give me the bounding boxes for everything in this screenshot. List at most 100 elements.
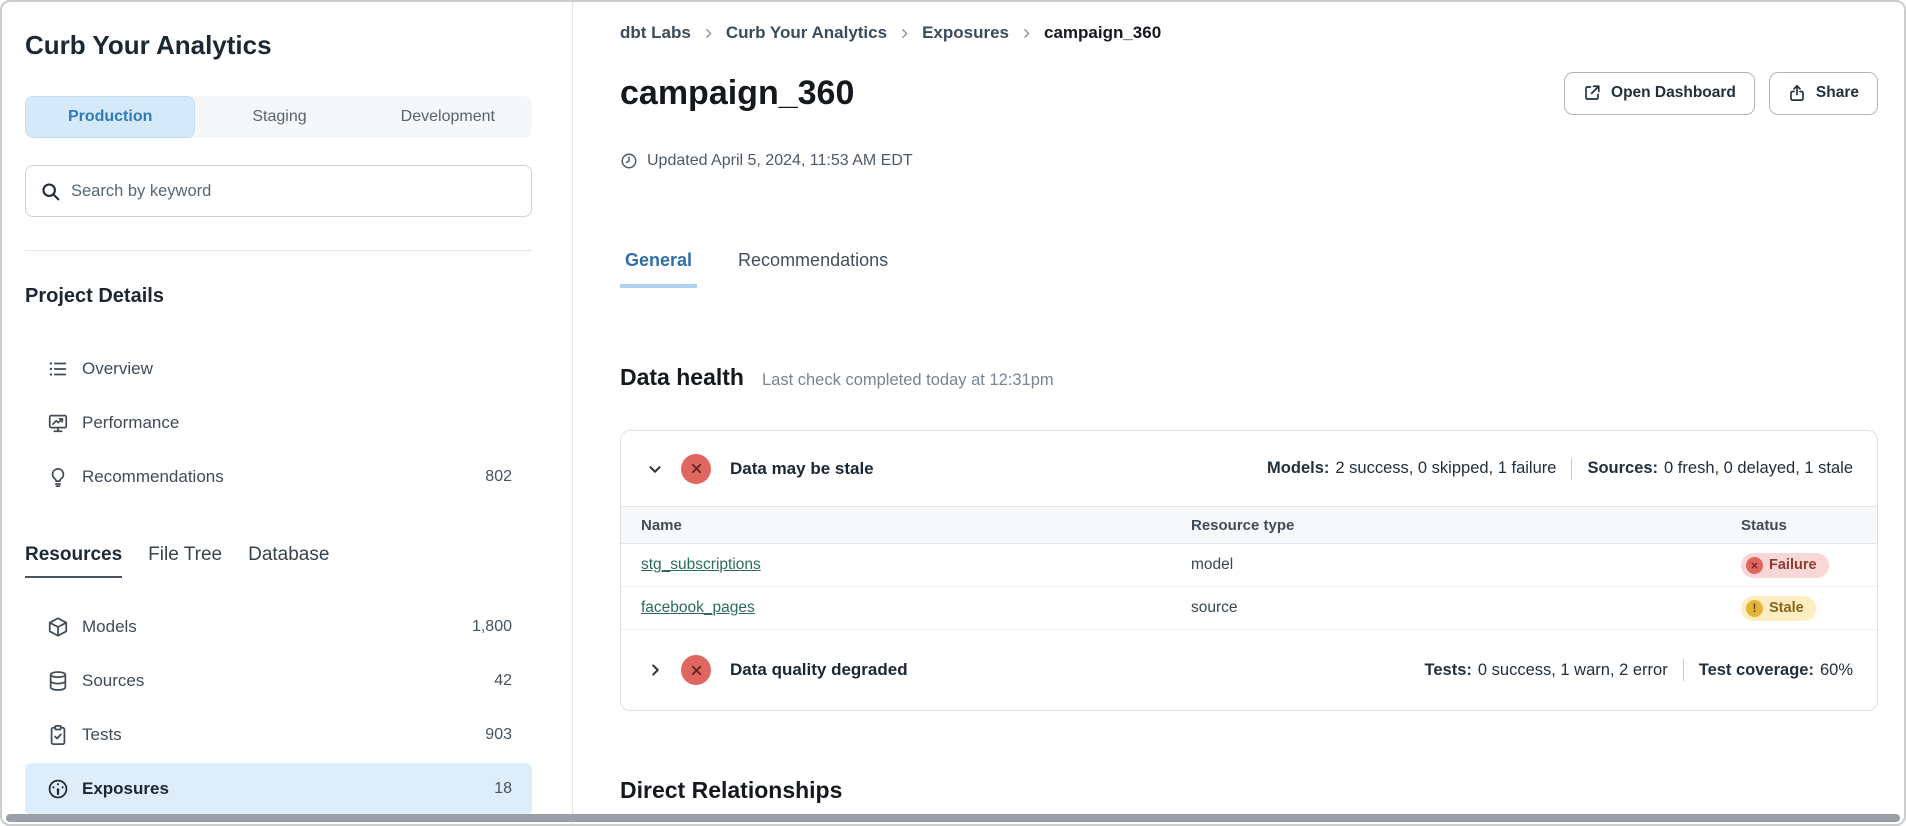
test-coverage-stat: Test coverage: 60% — [1699, 661, 1853, 680]
tests-stat: Tests: 0 success, 1 warn, 2 error — [1425, 661, 1668, 680]
app-window: Curb Your Analytics Production Staging D… — [0, 0, 1906, 826]
sidebar-item-label: Tests — [82, 725, 472, 745]
failure-x-icon — [1746, 557, 1763, 574]
health-table-header: Name Resource type Status — [621, 506, 1877, 544]
environment-tabs: Production Staging Development — [25, 96, 532, 138]
tab-recommendations[interactable]: Recommendations — [733, 248, 893, 288]
sidebar-item-recommendations[interactable]: Recommendations 802 — [25, 451, 532, 503]
search-input[interactable] — [71, 182, 517, 201]
lightbulb-icon — [47, 466, 69, 488]
tab-file-tree[interactable]: File Tree — [148, 543, 222, 578]
page-header: campaign_360 Open Dashboard Share — [620, 70, 1878, 116]
sidebar-item-exposures[interactable]: Exposures 18 — [25, 763, 532, 815]
tab-resources[interactable]: Resources — [25, 543, 122, 578]
tab-database[interactable]: Database — [248, 543, 329, 578]
resource-type-cell: model — [1191, 556, 1741, 574]
tab-development[interactable]: Development — [364, 96, 532, 138]
open-dashboard-button[interactable]: Open Dashboard — [1564, 72, 1755, 115]
quality-section-left: Data quality degraded — [643, 655, 1425, 685]
data-health-card: Data may be stale Models: 2 success, 0 s… — [620, 430, 1878, 711]
status-badge-stale: ! Stale — [1741, 596, 1816, 621]
breadcrumb-item-dbt-labs[interactable]: dbt Labs — [620, 22, 691, 44]
open-dashboard-label: Open Dashboard — [1611, 84, 1736, 102]
monitor-chart-icon — [47, 412, 69, 434]
chevron-down-icon[interactable] — [643, 457, 667, 481]
stale-warning-icon: ! — [1746, 600, 1763, 617]
updated-timestamp: Updated April 5, 2024, 11:53 AM EDT — [620, 152, 1878, 170]
breadcrumb-item-project[interactable]: Curb Your Analytics — [726, 22, 887, 44]
status-badge-failure: Failure — [1741, 553, 1829, 578]
sidebar-item-label: Models — [82, 617, 459, 637]
project-title: Curb Your Analytics — [25, 28, 532, 62]
data-health-last-check: Last check completed today at 12:31pm — [762, 371, 1054, 390]
sidebar-item-sources[interactable]: Sources 42 — [25, 655, 532, 707]
header-actions: Open Dashboard Share — [1564, 72, 1878, 115]
sidebar-item-count: 18 — [494, 780, 512, 798]
sidebar-item-count: 42 — [494, 672, 512, 690]
quality-section-stats: Tests: 0 success, 1 warn, 2 error Test c… — [1425, 659, 1853, 681]
sidebar-item-performance[interactable]: Performance — [25, 397, 532, 449]
page-tabs: General Recommendations — [620, 248, 1878, 288]
error-status-icon — [681, 454, 711, 484]
data-health-header: Data health Last check completed today a… — [620, 362, 1878, 392]
breadcrumb-item-exposures[interactable]: Exposures — [922, 22, 1009, 44]
quality-section-header[interactable]: Data quality degraded Tests: 0 success, … — [621, 630, 1877, 710]
direct-relationships-title: Direct Relationships — [620, 775, 1878, 805]
horizontal-scrollbar[interactable] — [6, 814, 1900, 822]
tab-staging[interactable]: Staging — [195, 96, 363, 138]
project-details-list: Overview Performance Recommendations 802 — [25, 343, 532, 503]
list-icon — [47, 358, 69, 380]
search-icon — [40, 181, 61, 202]
error-status-icon — [681, 655, 711, 685]
resource-type-cell: source — [1191, 599, 1741, 617]
sidebar-item-count: 903 — [485, 726, 512, 744]
resources-list: Models 1,800 Sources 42 Tests 903 — [25, 601, 532, 815]
stale-section-left: Data may be stale — [643, 454, 1267, 484]
share-label: Share — [1816, 84, 1859, 102]
column-header-name: Name — [621, 517, 1191, 534]
sidebar-item-models[interactable]: Models 1,800 — [25, 601, 532, 653]
sidebar-item-label: Performance — [82, 413, 499, 433]
breadcrumb-separator-icon — [898, 27, 911, 40]
breadcrumb-item-current: campaign_360 — [1044, 22, 1161, 44]
breadcrumb-separator-icon — [1020, 27, 1033, 40]
stat-divider — [1571, 458, 1572, 480]
sidebar-item-label: Sources — [82, 671, 481, 691]
tab-production[interactable]: Production — [25, 96, 195, 138]
updated-text: Updated April 5, 2024, 11:53 AM EDT — [647, 152, 913, 170]
column-header-status: Status — [1741, 517, 1877, 534]
share-button[interactable]: Share — [1769, 72, 1878, 115]
stale-section-stats: Models: 2 success, 0 skipped, 1 failure … — [1267, 458, 1853, 480]
page-title: campaign_360 — [620, 70, 854, 116]
chevron-right-icon[interactable] — [643, 658, 667, 682]
gauge-icon — [47, 778, 69, 800]
sidebar-item-count: 1,800 — [472, 618, 512, 636]
sidebar-item-label: Exposures — [82, 779, 481, 799]
resource-link-stg-subscriptions[interactable]: stg_subscriptions — [641, 556, 761, 573]
stale-section-title: Data may be stale — [730, 459, 874, 479]
resource-link-facebook-pages[interactable]: facebook_pages — [641, 599, 755, 616]
breadcrumb-separator-icon — [702, 27, 715, 40]
stale-section-header[interactable]: Data may be stale Models: 2 success, 0 s… — [621, 431, 1877, 506]
sidebar-divider — [25, 250, 532, 251]
models-stat: Models: 2 success, 0 skipped, 1 failure — [1267, 459, 1556, 478]
sidebar-item-overview[interactable]: Overview — [25, 343, 532, 395]
clock-icon — [620, 152, 638, 170]
sidebar-item-tests[interactable]: Tests 903 — [25, 709, 532, 761]
sidebar-item-label: Recommendations — [82, 467, 472, 487]
tab-general[interactable]: General — [620, 248, 697, 288]
external-link-icon — [1583, 84, 1601, 102]
data-health-title: Data health — [620, 362, 744, 392]
sources-stat: Sources: 0 fresh, 0 delayed, 1 stale — [1587, 459, 1853, 478]
search-box[interactable] — [25, 165, 532, 217]
sidebar-item-count: 802 — [485, 468, 512, 486]
stat-divider — [1683, 659, 1684, 681]
project-details-heading: Project Details — [25, 283, 532, 309]
resource-view-tabs: Resources File Tree Database — [25, 543, 532, 578]
database-icon — [47, 670, 69, 692]
cube-icon — [47, 616, 69, 638]
share-icon — [1788, 84, 1806, 102]
sidebar: Curb Your Analytics Production Staging D… — [2, 2, 573, 824]
sidebar-item-label: Overview — [82, 359, 499, 379]
column-header-resource-type: Resource type — [1191, 517, 1741, 534]
